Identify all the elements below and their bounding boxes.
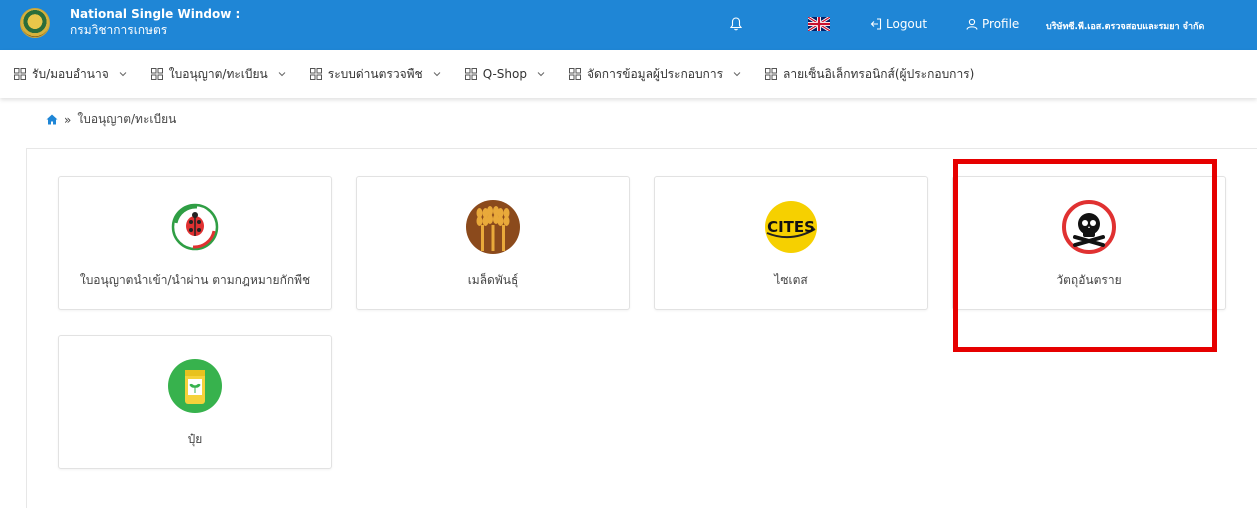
user-icon <box>966 18 978 30</box>
card-label: ใบอนุญาตนำเข้า/นำผ่าน ตามกฎหมายกักพืช <box>79 273 311 287</box>
logout-button[interactable]: Logout <box>870 17 927 31</box>
brand-title: National Single Window : <box>70 7 241 21</box>
grid-icon <box>309 68 322 80</box>
menu-item-plant-checkpoint[interactable]: ระบบด่านตรวจพืช <box>309 65 441 84</box>
card-label: เมล็ดพันธุ์ <box>467 273 519 287</box>
chevron-down-icon <box>537 72 545 77</box>
grid-icon <box>464 68 477 80</box>
company-name[interactable]: บริษัทซี.พี.เอส.ตรวจสอบและรมยา จำกัด <box>1046 19 1204 33</box>
menu-item-license-registration[interactable]: ใบอนุญาต/ทะเบียน <box>150 65 286 84</box>
card-hazardous-substances[interactable]: วัตถุอันตราย <box>952 176 1226 310</box>
cites-icon: CITES <box>765 201 817 253</box>
card-label: ไซเตส <box>774 273 808 287</box>
menu-item-e-signature[interactable]: ลายเซ็นอิเล็กทรอนิกส์(ผู้ประกอบการ) <box>765 65 974 84</box>
card-fertilizer[interactable]: ปุ๋ย <box>58 335 332 469</box>
uk-flag-icon[interactable] <box>808 17 830 31</box>
card-plant-quarantine-license[interactable]: ใบอนุญาตนำเข้า/นำผ่าน ตามกฎหมายกักพืช <box>58 176 332 310</box>
logout-icon <box>870 18 882 30</box>
grid-icon <box>14 68 26 80</box>
menu-item-label: ระบบด่านตรวจพืช <box>327 66 423 81</box>
chevron-down-icon <box>278 72 286 77</box>
menu-item-label: Q-Shop <box>482 67 527 81</box>
menu-item-operator-data[interactable]: จัดการข้อมูลผู้ประกอบการ <box>568 65 741 84</box>
chevron-down-icon <box>733 72 741 77</box>
top-bar: National Single Window : กรมวิชาการเกษตร… <box>0 0 1257 50</box>
main-menu: รับ/มอบอำนาจ ใบอนุญาต/ทะเบียน ระบบด่านตร… <box>0 50 1257 98</box>
grid-icon <box>150 68 163 80</box>
home-icon[interactable] <box>46 114 58 125</box>
chevron-down-icon <box>433 72 441 77</box>
menu-item-q-shop[interactable]: Q-Shop <box>464 67 545 81</box>
plant-quarantine-icon <box>171 203 219 251</box>
menu-item-label: จัดการข้อมูลผู้ประกอบการ <box>586 66 724 81</box>
brand-subtitle: กรมวิชาการเกษตร <box>70 23 168 37</box>
logout-label: Logout <box>886 17 928 31</box>
card-label: ปุ๋ย <box>187 432 203 446</box>
fertilizer-icon <box>168 359 222 413</box>
card-cites[interactable]: CITES ไซเตส <box>654 176 928 310</box>
menu-item-label: รับ/มอบอำนาจ <box>32 66 109 81</box>
bell-icon[interactable] <box>730 17 742 31</box>
grid-icon <box>568 68 581 80</box>
breadcrumb-separator: » <box>64 112 72 127</box>
wheat-seed-icon <box>466 200 520 254</box>
menu-item-label: ใบอนุญาต/ทะเบียน <box>168 66 268 81</box>
menu-item-label: ลายเซ็นอิเล็กทรอนิกส์(ผู้ประกอบการ) <box>783 66 975 81</box>
menu-item-authorization[interactable]: รับ/มอบอำนาจ <box>14 65 127 84</box>
chevron-down-icon <box>119 72 127 77</box>
department-logo <box>20 8 50 38</box>
brand: National Single Window : กรมวิชาการเกษตร <box>70 6 240 38</box>
profile-button[interactable]: Profile <box>966 17 1019 31</box>
card-label: วัตถุอันตราย <box>1056 273 1122 287</box>
profile-label: Profile <box>982 17 1020 31</box>
skull-hazard-icon <box>1062 200 1116 254</box>
card-seeds[interactable]: เมล็ดพันธุ์ <box>356 176 630 310</box>
breadcrumb: » ใบอนุญาต/ทะเบียน <box>46 110 176 129</box>
svg-text:CITES: CITES <box>767 218 815 236</box>
breadcrumb-current: ใบอนุญาต/ทะเบียน <box>77 112 177 126</box>
grid-icon <box>765 68 778 80</box>
